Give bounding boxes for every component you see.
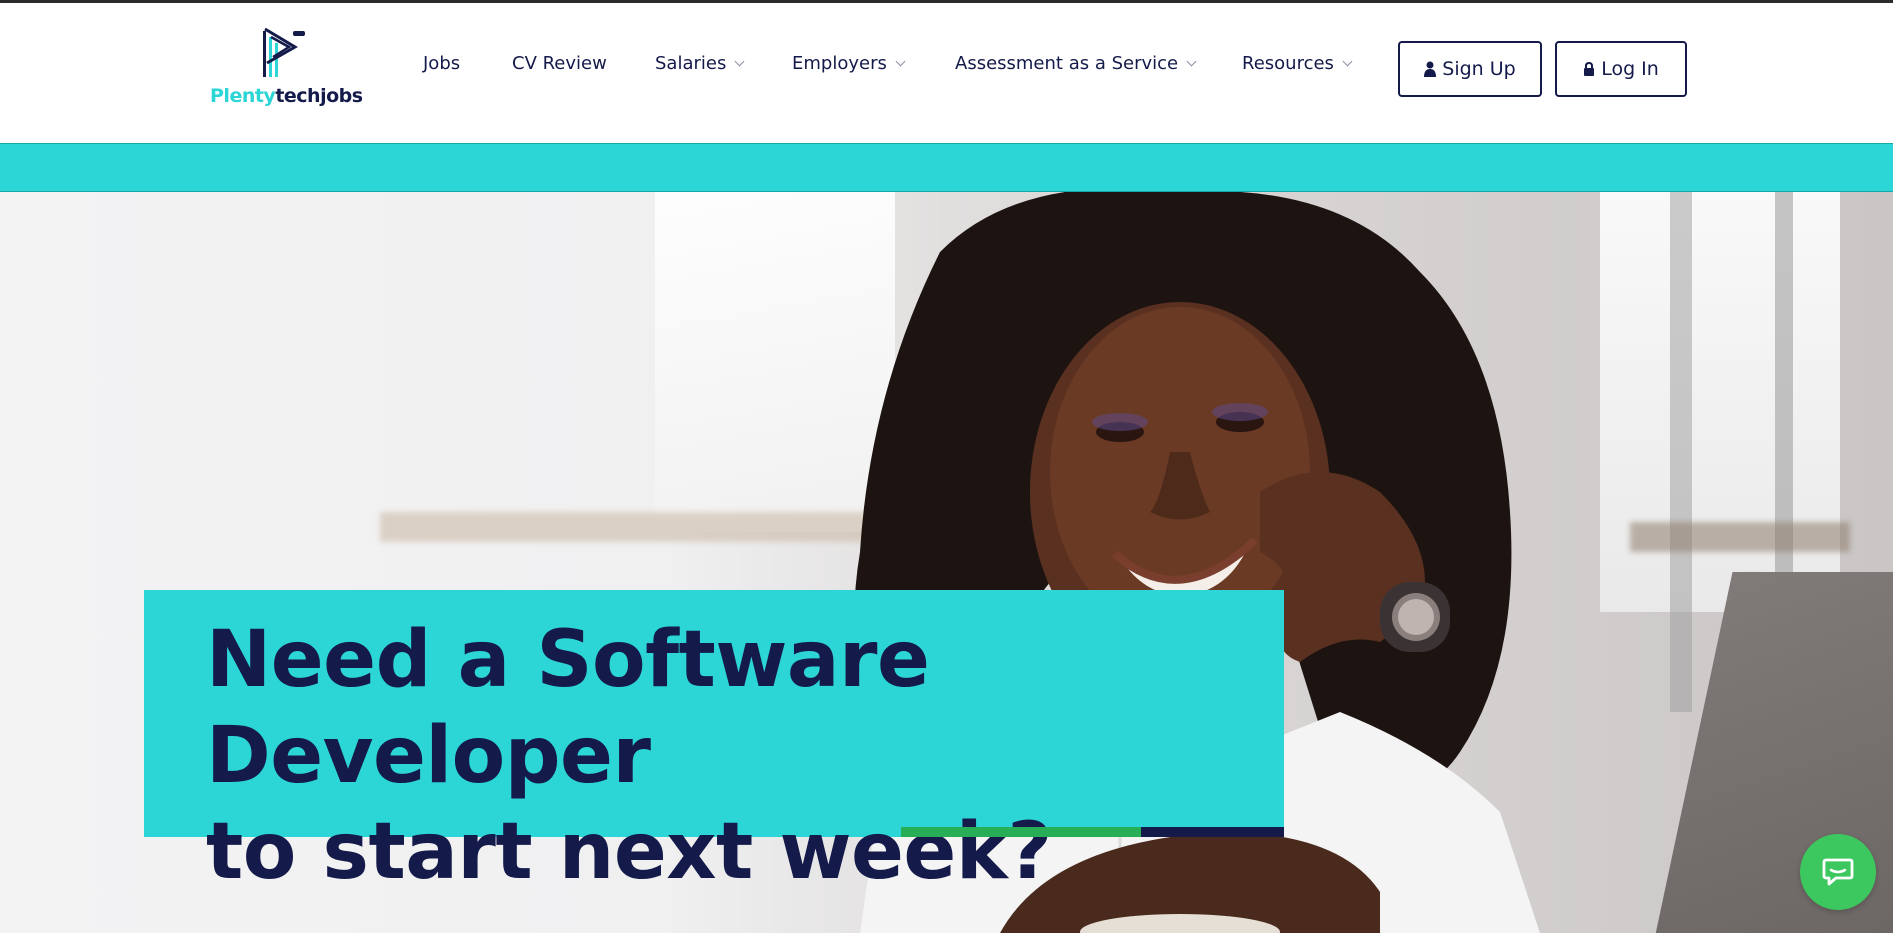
- site-logo[interactable]: Plentytechjobs: [208, 27, 368, 117]
- nav-label-resources: Resources: [1242, 53, 1334, 74]
- hero-headline-line1: Need a Software Developer: [206, 615, 930, 801]
- nav-item-assessment[interactable]: Assessment as a Service: [955, 53, 1197, 74]
- log-in-label: Log In: [1601, 58, 1659, 80]
- chat-bubble-icon: [1822, 858, 1854, 886]
- log-in-button[interactable]: Log In: [1555, 41, 1687, 97]
- hero-headline: Need a Software Developer to start next …: [206, 612, 1284, 900]
- sign-up-button[interactable]: Sign Up: [1398, 41, 1542, 97]
- logo-mark-icon: [263, 27, 305, 77]
- nav-item-jobs[interactable]: Jobs: [423, 53, 460, 74]
- logo-text-plenty: Plenty: [210, 85, 276, 107]
- nav-item-resources[interactable]: Resources: [1242, 53, 1353, 74]
- hero-headline-box: Need a Software Developer to start next …: [144, 590, 1284, 897]
- chevron-down-icon: [1342, 56, 1353, 67]
- lock-icon: [1584, 61, 1595, 76]
- accent-bar-green: [901, 827, 1141, 837]
- nav-label-cv-review: CV Review: [512, 53, 607, 74]
- nav-label-employers: Employers: [792, 53, 887, 74]
- hero-section: Need a Software Developer to start next …: [0, 192, 1893, 933]
- sign-up-label: Sign Up: [1442, 58, 1516, 80]
- announcement-bar: [0, 143, 1893, 192]
- accent-bar-navy: [1141, 827, 1284, 837]
- site-header: Plentytechjobs Jobs CV Review Salaries E…: [0, 3, 1893, 143]
- chevron-down-icon: [734, 56, 745, 67]
- nav-label-jobs: Jobs: [423, 53, 461, 74]
- logo-text-techjobs: techjobs: [275, 85, 363, 107]
- chevron-down-icon: [895, 56, 906, 67]
- user-icon: [1424, 61, 1437, 77]
- nav-label-assessment: Assessment as a Service: [955, 53, 1179, 74]
- hero-headline-line2: to start next week?: [206, 807, 1052, 897]
- nav-item-salaries[interactable]: Salaries: [655, 53, 745, 74]
- nav-item-cv-review[interactable]: CV Review: [512, 53, 607, 74]
- chat-button[interactable]: [1800, 834, 1876, 910]
- chevron-down-icon: [1186, 56, 1197, 67]
- nav-label-salaries: Salaries: [655, 53, 727, 74]
- nav-item-employers[interactable]: Employers: [792, 53, 906, 74]
- logo-wordmark: Plentytechjobs: [210, 85, 363, 107]
